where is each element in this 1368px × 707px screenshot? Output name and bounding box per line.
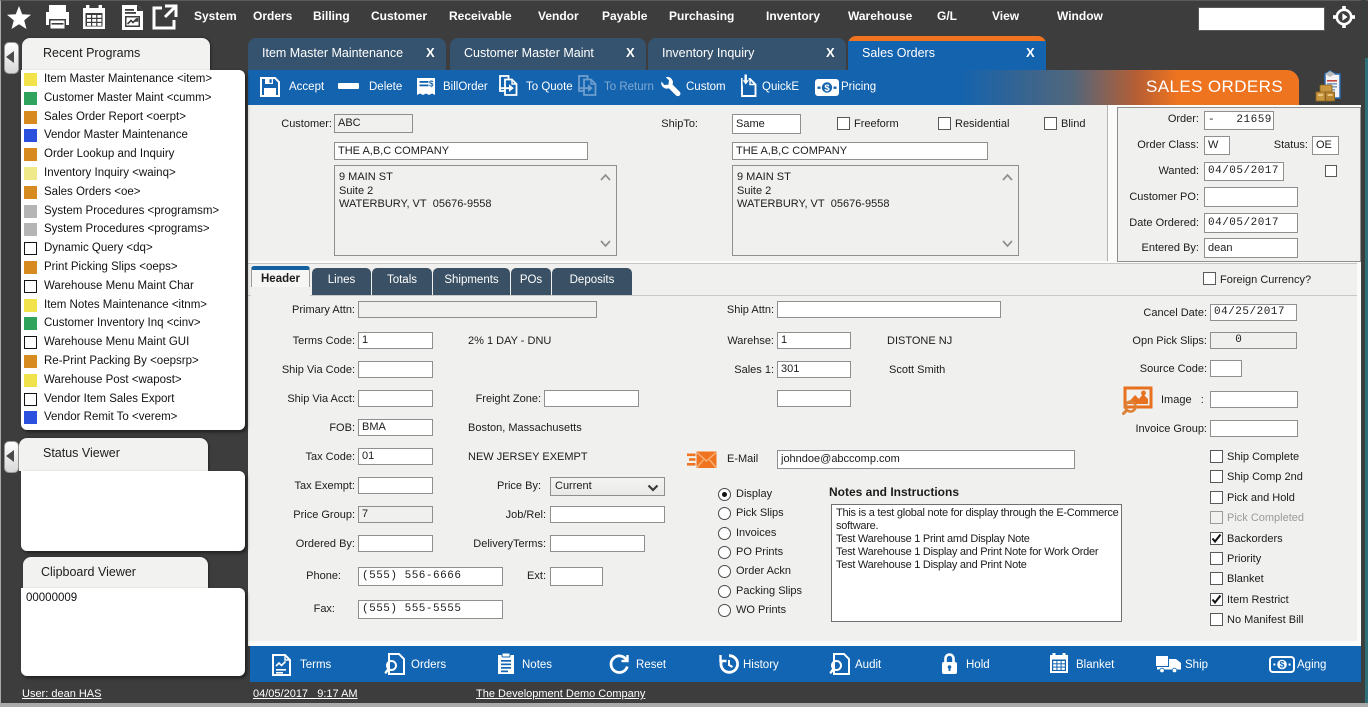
svg-text:$: $: [1279, 660, 1284, 670]
svg-text:$: $: [824, 83, 830, 94]
svg-text:$: $: [429, 80, 434, 89]
